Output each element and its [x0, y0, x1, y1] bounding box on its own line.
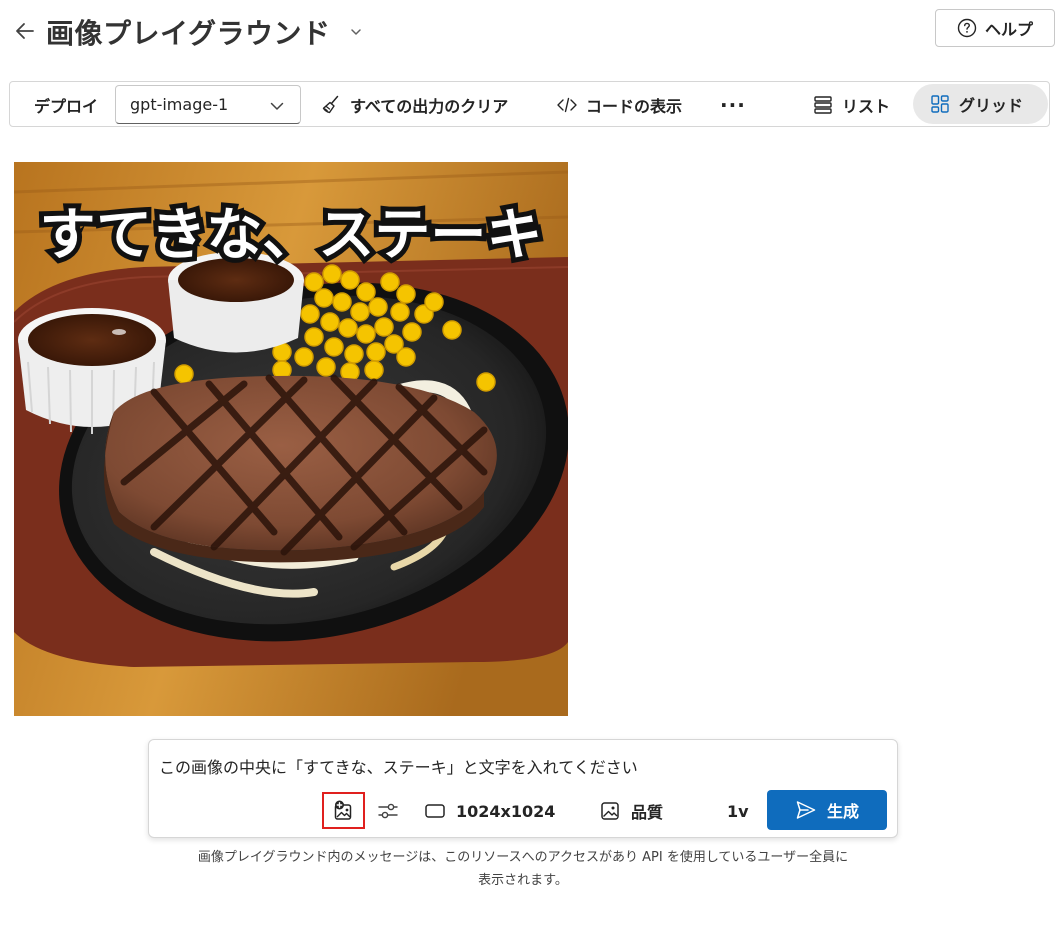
quality-button[interactable]: 品質 [599, 796, 663, 826]
back-button[interactable] [10, 16, 40, 46]
image-add-icon [334, 800, 351, 820]
image-count-button[interactable]: 1v [727, 796, 749, 826]
disclaimer-line-1: 画像プレイグラウンド内のメッセージは、このリソースへのアクセスがあり API を… [197, 850, 849, 865]
deploy-label: デプロイ [34, 97, 99, 116]
view-code-label: コードの表示 [586, 97, 683, 116]
grid-icon [931, 95, 949, 113]
image-count-label: 1v [727, 801, 749, 821]
broom-icon [322, 95, 339, 114]
toolbar: デプロイ gpt-image-1 すべての出力のクリア コードの表示 ··· リ… [9, 81, 1050, 127]
chevron-down-icon [270, 102, 284, 110]
more-options-button[interactable]: ··· [716, 88, 750, 122]
help-button-label: ヘルプ [984, 20, 1033, 39]
image-caption-text: すてきな、ステーキ [40, 203, 543, 268]
prompt-input[interactable] [159, 756, 884, 775]
add-image-button[interactable] [322, 792, 365, 829]
image-size-label: 1024x1024 [456, 801, 556, 821]
grid-view-label: グリッド [959, 96, 1024, 115]
deployment-dropdown-value: gpt-image-1 [130, 95, 229, 114]
generate-button[interactable]: 生成 [767, 790, 887, 830]
view-code-button[interactable]: コードの表示 [552, 88, 686, 122]
grid-view-button[interactable]: グリッド [913, 84, 1048, 124]
image-size-button[interactable]: 1024x1024 [424, 796, 555, 826]
help-button[interactable]: ヘルプ [935, 9, 1055, 47]
code-icon [557, 97, 577, 113]
sliders-icon [378, 803, 398, 819]
more-options-icon: ··· [720, 93, 746, 117]
list-view-button[interactable]: リスト [808, 88, 894, 122]
arrow-left-icon [16, 23, 34, 39]
prompt-composer: 1024x1024 品質 1v 生成 [148, 739, 898, 838]
quality-label: 品質 [631, 803, 664, 822]
generate-label: 生成 [826, 802, 859, 821]
aspect-ratio-icon [425, 804, 445, 818]
chevron-down-icon[interactable] [348, 24, 364, 40]
page-header: 画像プレイグラウンド ヘルプ [0, 0, 1060, 64]
steak-image-illustration: すてきな、ステーキ [14, 162, 568, 716]
deployment-dropdown[interactable]: gpt-image-1 [115, 85, 301, 124]
disclaimer-line-2: 表示されます。 [478, 873, 568, 888]
image-icon [601, 802, 619, 820]
privacy-disclaimer: 画像プレイグラウンド内のメッセージは、このリソースへのアクセスがあり API を… [148, 846, 898, 892]
page-title: 画像プレイグラウンド [46, 17, 331, 50]
generated-image[interactable]: すてきな、ステーキ [14, 162, 568, 716]
list-icon [814, 96, 832, 114]
list-view-label: リスト [842, 97, 891, 116]
clear-all-outputs-label: すべての出力のクリア [350, 97, 509, 116]
settings-button[interactable] [373, 796, 403, 826]
send-icon [796, 801, 816, 819]
question-circle-icon [957, 18, 977, 38]
clear-all-outputs-button[interactable]: すべての出力のクリア [316, 88, 512, 122]
